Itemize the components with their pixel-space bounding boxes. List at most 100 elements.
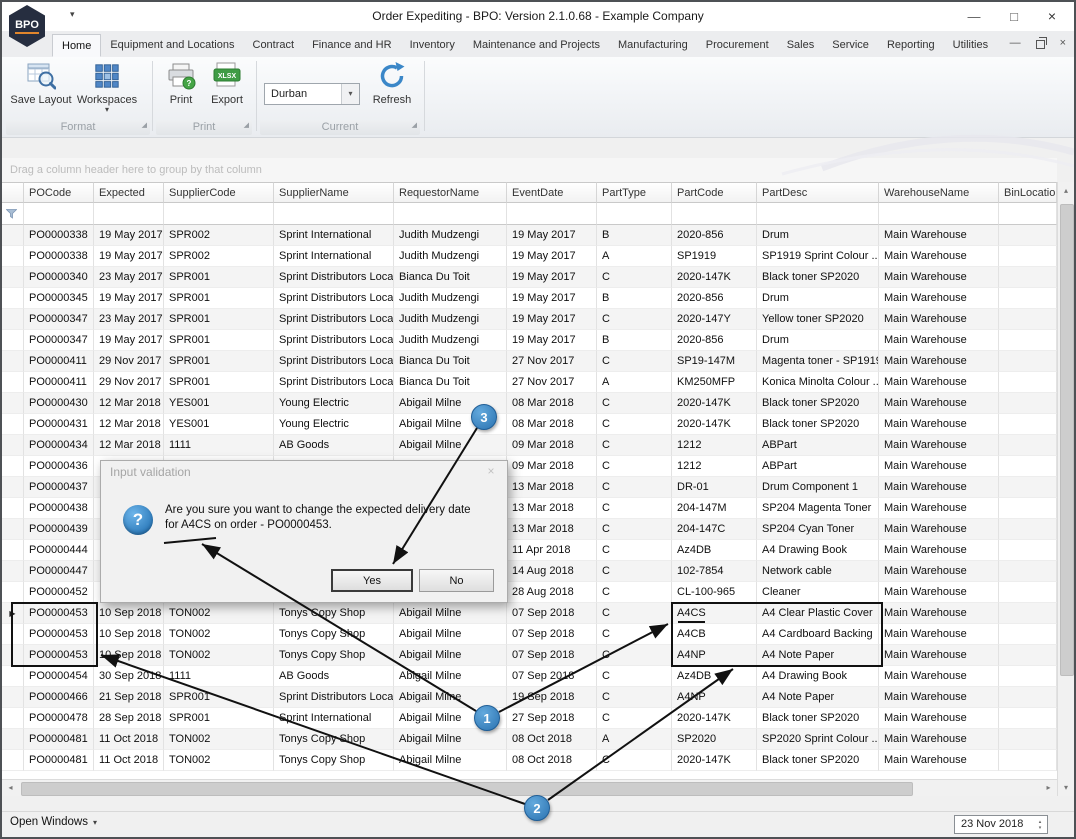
refresh-button[interactable]: Refresh <box>366 60 418 118</box>
cell[interactable]: Sprint Distributors Local <box>274 351 394 372</box>
date-spinner[interactable]: ▴▾ <box>1034 816 1046 833</box>
cell[interactable]: 08 Mar 2018 <box>507 393 597 414</box>
cell[interactable]: Main Warehouse <box>879 435 999 456</box>
cell[interactable]: Judith Mudzengi <box>394 288 507 309</box>
cell[interactable]: Sprint Distributors Local <box>274 309 394 330</box>
cell[interactable]: 07 Sep 2018 <box>507 645 597 666</box>
cell[interactable]: 102-7854 <box>672 561 757 582</box>
vertical-scrollbar[interactable]: ▴ ▾ <box>1057 182 1074 796</box>
cell[interactable]: Sprint Distributors Local <box>274 330 394 351</box>
cell[interactable]: A <box>597 246 672 267</box>
cell[interactable] <box>999 351 1057 372</box>
cell[interactable]: C <box>597 645 672 666</box>
cell[interactable]: Abigail Milne <box>394 729 507 750</box>
no-button[interactable]: No <box>419 569 494 592</box>
table-row[interactable]: PO000047828 Sep 2018SPR001Sprint Interna… <box>2 708 1057 729</box>
cell[interactable]: Black toner SP2020 <box>757 708 879 729</box>
group-launcher-icon[interactable]: ◢ <box>412 118 417 133</box>
cell[interactable] <box>999 498 1057 519</box>
cell[interactable]: SPR001 <box>164 708 274 729</box>
export-button[interactable]: XLSX Export <box>204 60 250 118</box>
cell[interactable]: PO0000411 <box>24 372 94 393</box>
cell[interactable]: PO0000444 <box>24 540 94 561</box>
group-launcher-icon[interactable]: ◢ <box>244 118 249 133</box>
cell[interactable]: 2020-856 <box>672 288 757 309</box>
cell[interactable]: PO0000430 <box>24 393 94 414</box>
cell[interactable]: PO0000453 <box>24 645 94 666</box>
cell[interactable]: PO0000411 <box>24 351 94 372</box>
cell[interactable] <box>999 750 1057 771</box>
cell[interactable]: C <box>597 666 672 687</box>
cell[interactable]: SP2020 Sprint Colour ... <box>757 729 879 750</box>
cell[interactable]: C <box>597 624 672 645</box>
cell[interactable]: Drum <box>757 330 879 351</box>
cell[interactable]: 27 Sep 2018 <box>507 708 597 729</box>
tab-reporting[interactable]: Reporting <box>878 34 944 57</box>
scroll-left-icon[interactable]: ◂ <box>2 780 19 796</box>
cell[interactable]: C <box>597 519 672 540</box>
cell[interactable]: SPR001 <box>164 687 274 708</box>
cell[interactable]: 19 May 2017 <box>507 246 597 267</box>
cell[interactable]: PO0000481 <box>24 750 94 771</box>
filter-cell[interactable] <box>757 203 879 225</box>
dialog-close-icon[interactable]: × <box>475 461 507 482</box>
cell[interactable]: PO0000453 <box>24 624 94 645</box>
cell[interactable]: Main Warehouse <box>879 582 999 603</box>
date-picker[interactable]: 23 Nov 2018 ▴▾ <box>954 815 1048 834</box>
cell[interactable]: 10 Sep 2018 <box>94 624 164 645</box>
cell[interactable] <box>999 267 1057 288</box>
cell[interactable]: 23 May 2017 <box>94 309 164 330</box>
cell[interactable] <box>999 729 1057 750</box>
cell[interactable]: Young Electric <box>274 393 394 414</box>
tab-inventory[interactable]: Inventory <box>401 34 464 57</box>
cell[interactable]: Abigail Milne <box>394 645 507 666</box>
column-header-eventdate[interactable]: EventDate <box>507 182 597 203</box>
cell[interactable]: A4NP <box>672 645 757 666</box>
cell[interactable]: 07 Sep 2018 <box>507 603 597 624</box>
cell[interactable]: Drum <box>757 288 879 309</box>
save-layout-button[interactable]: Save Layout <box>10 60 72 118</box>
cell[interactable]: Abigail Milne <box>394 603 507 624</box>
cell[interactable]: SP1919 <box>672 246 757 267</box>
workspaces-button[interactable]: Workspaces ▾ <box>76 60 138 118</box>
site-selector-dropdown-icon[interactable]: ▾ <box>341 84 359 104</box>
cell[interactable]: Main Warehouse <box>879 687 999 708</box>
cell[interactable] <box>999 603 1057 624</box>
table-row[interactable]: PO000043012 Mar 2018YES001Young Electric… <box>2 393 1057 414</box>
cell[interactable]: 2020-147K <box>672 708 757 729</box>
cell[interactable]: PO0000438 <box>24 498 94 519</box>
cell[interactable]: 08 Oct 2018 <box>507 750 597 771</box>
window-maximize-button[interactable]: □ <box>996 2 1032 31</box>
cell[interactable]: 13 Mar 2018 <box>507 498 597 519</box>
cell[interactable]: 2020-147K <box>672 267 757 288</box>
cell[interactable]: A4 Clear Plastic Cover <box>757 603 879 624</box>
cell[interactable]: PO0000340 <box>24 267 94 288</box>
tab-procurement[interactable]: Procurement <box>697 34 778 57</box>
cell[interactable]: Main Warehouse <box>879 393 999 414</box>
cell[interactable]: Black toner SP2020 <box>757 393 879 414</box>
cell[interactable] <box>999 687 1057 708</box>
table-row[interactable]: PO000045430 Sep 20181111AB GoodsAbigail … <box>2 666 1057 687</box>
cell[interactable]: Az4DB <box>672 666 757 687</box>
cell[interactable]: 13 Mar 2018 <box>507 477 597 498</box>
group-launcher-icon[interactable]: ◢ <box>142 118 147 133</box>
cell[interactable]: 23 May 2017 <box>94 267 164 288</box>
cell[interactable]: Bianca Du Toit <box>394 351 507 372</box>
cell[interactable] <box>999 372 1057 393</box>
cell[interactable]: PO0000437 <box>24 477 94 498</box>
filter-cell[interactable] <box>164 203 274 225</box>
cell[interactable]: 09 Mar 2018 <box>507 456 597 477</box>
cell[interactable]: Main Warehouse <box>879 309 999 330</box>
column-header-requestorname[interactable]: RequestorName <box>394 182 507 203</box>
window-minimize-button[interactable]: — <box>956 2 992 31</box>
cell[interactable]: Judith Mudzengi <box>394 225 507 246</box>
cell[interactable] <box>999 330 1057 351</box>
cell[interactable]: 12 Mar 2018 <box>94 393 164 414</box>
table-row[interactable]: PO000045310 Sep 2018TON002Tonys Copy Sho… <box>2 624 1057 645</box>
cell[interactable]: AB Goods <box>274 666 394 687</box>
cell[interactable]: Black toner SP2020 <box>757 750 879 771</box>
cell[interactable]: 19 May 2017 <box>507 267 597 288</box>
cell[interactable] <box>999 561 1057 582</box>
cell[interactable]: B <box>597 330 672 351</box>
cell[interactable]: Judith Mudzengi <box>394 246 507 267</box>
